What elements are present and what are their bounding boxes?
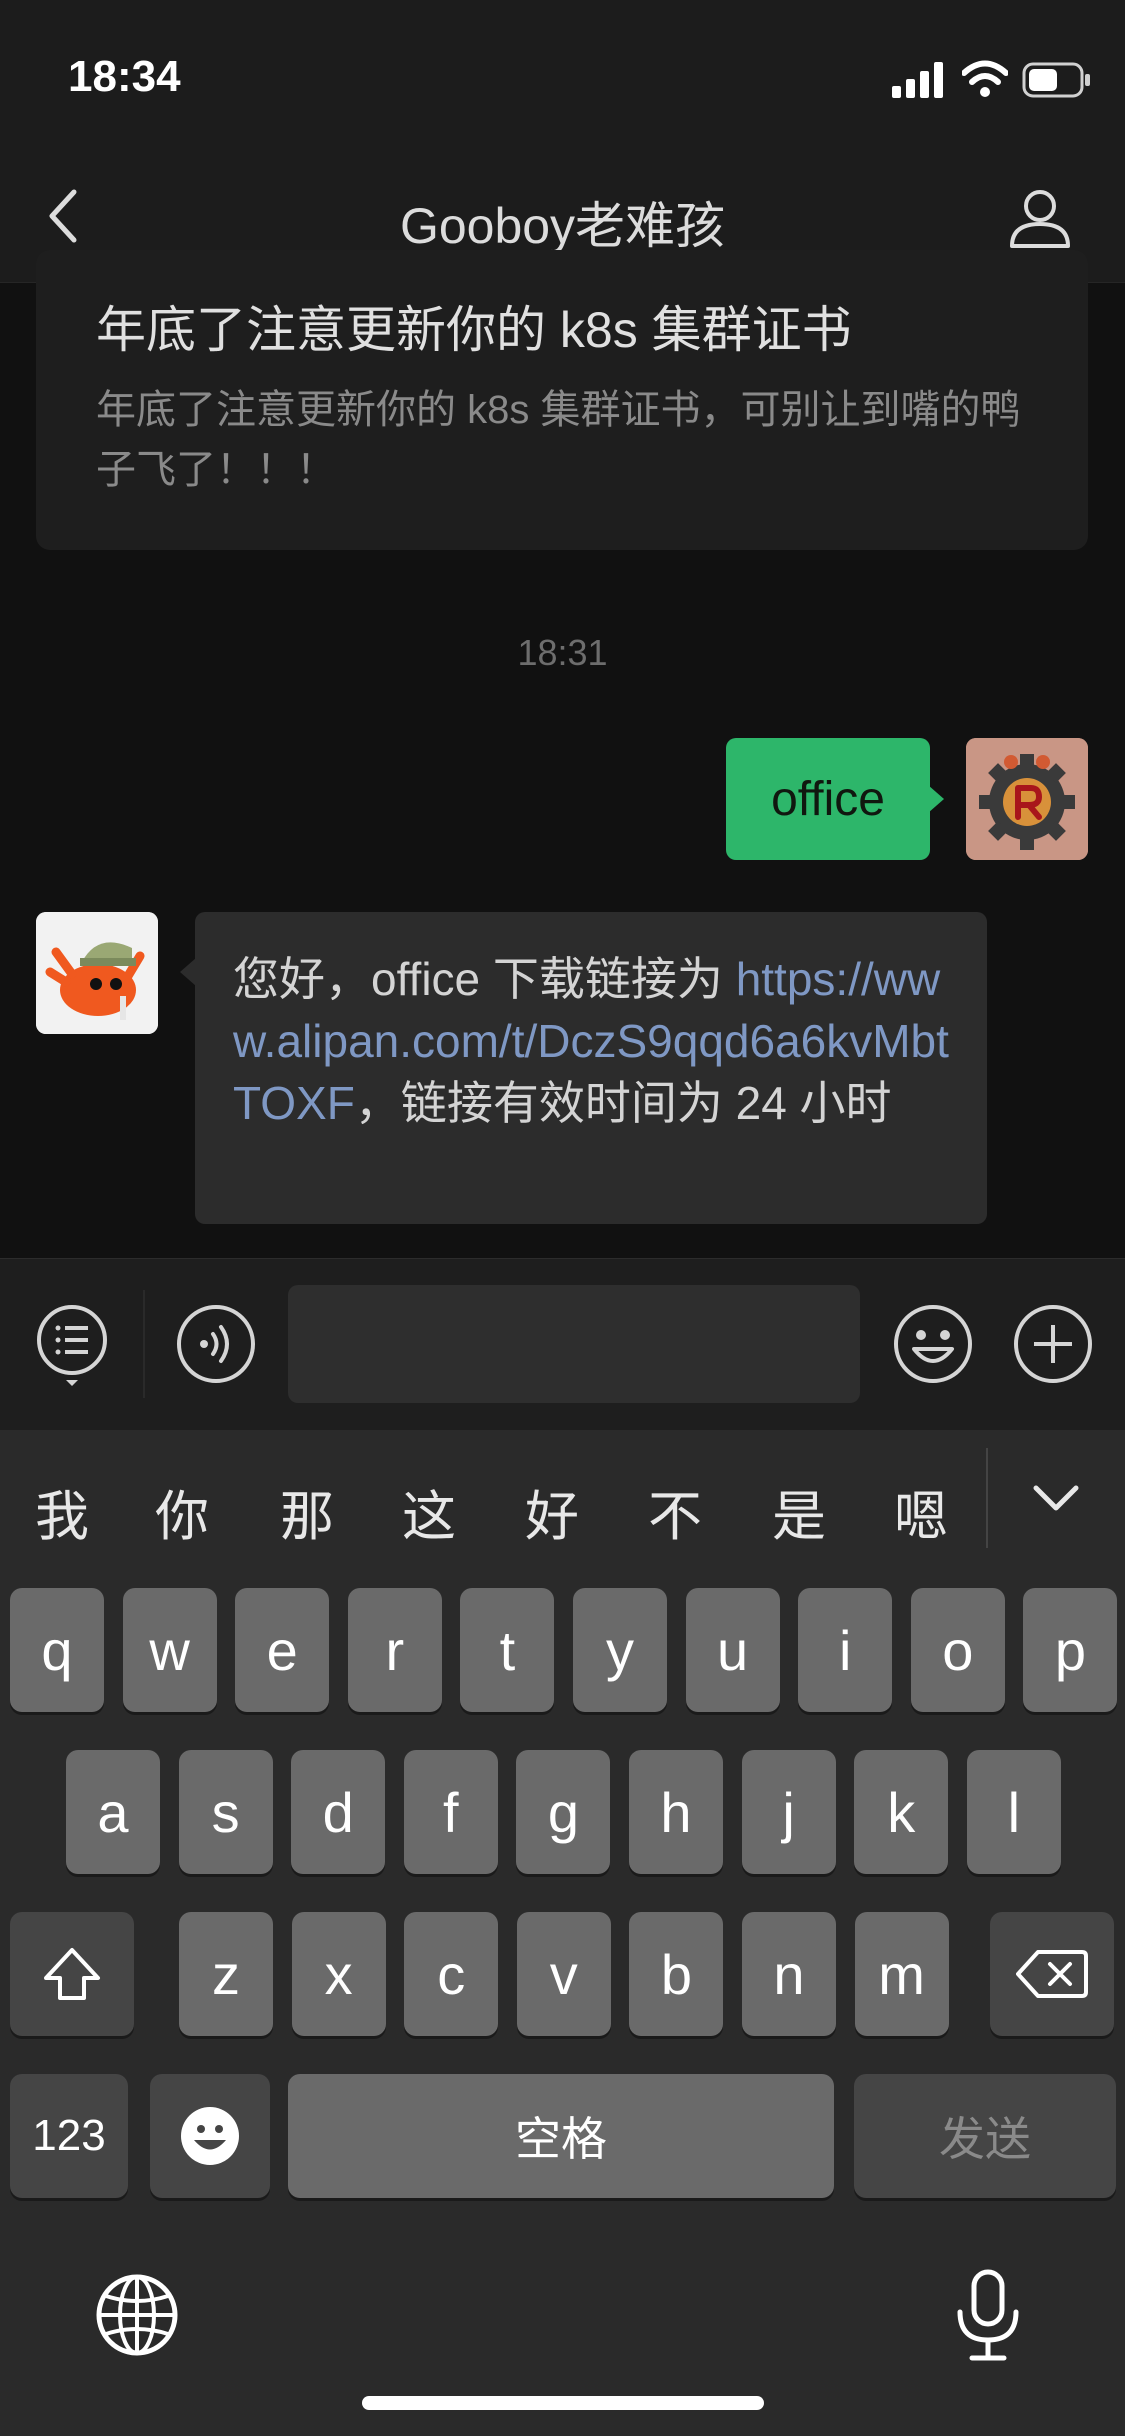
candidate-word[interactable]: 不 xyxy=(630,1472,720,1551)
voice-icon xyxy=(177,1305,255,1383)
key-d[interactable]: d xyxy=(291,1750,386,1874)
candidate-word[interactable]: 你 xyxy=(137,1472,227,1551)
message-timestamp: 18:31 xyxy=(517,632,608,673)
key-n[interactable]: n xyxy=(742,1912,836,2036)
crab-avatar-icon xyxy=(36,912,158,1034)
person-icon xyxy=(1010,190,1070,248)
dictation-key[interactable] xyxy=(952,2268,1024,2364)
gear-logo-avatar-icon xyxy=(966,738,1088,860)
list-menu-icon xyxy=(37,1305,107,1386)
key-c[interactable]: c xyxy=(404,1912,499,2036)
key-f[interactable]: f xyxy=(403,1750,498,1874)
key-g[interactable]: g xyxy=(516,1750,611,1874)
voice-input-button[interactable] xyxy=(175,1303,257,1385)
message-text: 您好，office 下载链接为 xyxy=(233,953,736,1005)
candidate-word[interactable]: 是 xyxy=(754,1472,844,1551)
candidate-word[interactable]: 我 xyxy=(17,1472,107,1551)
chevron-down-icon xyxy=(1033,1485,1079,1511)
key-r[interactable]: r xyxy=(347,1588,442,1712)
candidate-word[interactable]: 这 xyxy=(384,1472,474,1551)
profile-button[interactable] xyxy=(1008,186,1072,250)
contact-avatar[interactable] xyxy=(36,912,158,1034)
emoji-button[interactable] xyxy=(892,1303,974,1385)
key-q[interactable]: q xyxy=(10,1588,104,1712)
key-p[interactable]: p xyxy=(1023,1588,1118,1712)
key-s[interactable]: s xyxy=(178,1750,273,1874)
key-m[interactable]: m xyxy=(854,1912,949,2036)
key-j[interactable]: j xyxy=(741,1750,836,1874)
article-title: 年底了注意更新你的 k8s 集群证书 xyxy=(96,302,852,358)
candidate-word[interactable]: 好 xyxy=(507,1472,597,1551)
globe-key[interactable] xyxy=(94,2272,180,2358)
plus-circle-icon xyxy=(1014,1305,1092,1383)
smiley-icon xyxy=(894,1305,972,1383)
microphone-icon xyxy=(957,2269,1019,2361)
wifi-icon xyxy=(962,60,1008,97)
cellular-signal-icon xyxy=(892,62,943,98)
key-z[interactable]: z xyxy=(179,1912,273,2036)
divider xyxy=(986,1448,988,1548)
backspace-icon xyxy=(1016,1950,1088,1998)
key-i[interactable]: i xyxy=(798,1588,893,1712)
key-w[interactable]: w xyxy=(122,1588,217,1712)
key-y[interactable]: y xyxy=(573,1588,667,1712)
key-t[interactable]: t xyxy=(460,1588,555,1712)
bubble-tail xyxy=(180,958,196,986)
collapse-candidates-button[interactable] xyxy=(1030,1472,1082,1524)
key-b[interactable]: b xyxy=(629,1912,724,2036)
key-a[interactable]: a xyxy=(66,1750,160,1874)
key-v[interactable]: v xyxy=(516,1912,611,2036)
send-key[interactable]: 发送 xyxy=(854,2074,1116,2198)
key-x[interactable]: x xyxy=(291,1912,386,2036)
backspace-key[interactable] xyxy=(990,1912,1114,2036)
key-e[interactable]: e xyxy=(235,1588,330,1712)
key-k[interactable]: k xyxy=(854,1750,949,1874)
article-description: 年底了注意更新你的 k8s 集群证书，可别让到嘴的鸭子飞了！！！ xyxy=(96,388,1021,492)
key-o[interactable]: o xyxy=(910,1588,1005,1712)
battery-icon xyxy=(1022,62,1090,98)
my-avatar[interactable] xyxy=(966,738,1088,860)
status-time: 18:34 xyxy=(68,52,181,101)
candidate-word[interactable]: 那 xyxy=(262,1472,352,1551)
divider xyxy=(143,1290,145,1398)
bubble-tail xyxy=(928,785,944,813)
home-indicator xyxy=(362,2396,764,2410)
menu-list-button[interactable] xyxy=(34,1300,110,1390)
key-u[interactable]: u xyxy=(685,1588,780,1712)
shift-key[interactable] xyxy=(10,1912,134,2036)
shift-arrow-icon xyxy=(44,1948,100,2000)
emoji-key[interactable] xyxy=(150,2074,270,2198)
globe-icon xyxy=(96,2274,178,2356)
chat-title: Gooboy老难孩 xyxy=(399,198,726,254)
more-options-button[interactable] xyxy=(1012,1303,1094,1385)
key-l[interactable]: l xyxy=(966,1750,1061,1874)
space-key[interactable]: 空格 xyxy=(288,2074,834,2198)
numbers-key[interactable]: 123 xyxy=(10,2074,128,2198)
sent-message-bubble[interactable]: office xyxy=(726,738,930,860)
article-card[interactable]: 年底了注意更新你的 k8s 集群证书 年底了注意更新你的 k8s 集群证书，可别… xyxy=(36,250,1088,550)
received-message-bubble[interactable]: 您好，office 下载链接为 https://www.alipan.com/t… xyxy=(195,912,987,1224)
message-text: ，链接有效时间为 24 小时 xyxy=(354,1077,892,1129)
message-input[interactable] xyxy=(288,1285,860,1403)
key-h[interactable]: h xyxy=(629,1750,723,1874)
emoji-face-icon xyxy=(181,2107,239,2165)
candidate-word[interactable]: 嗯 xyxy=(876,1472,966,1551)
